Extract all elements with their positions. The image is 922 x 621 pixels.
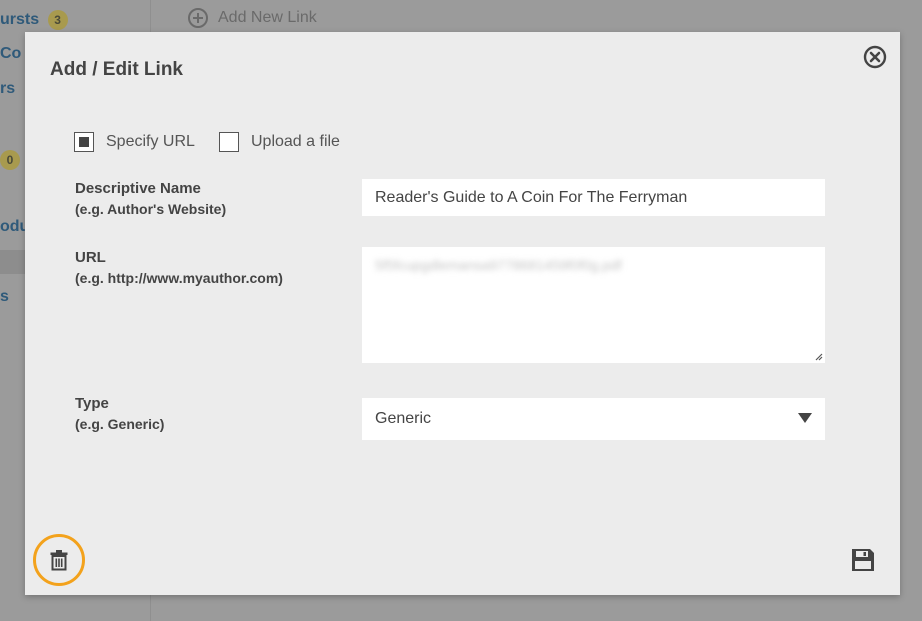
descriptive-name-hint: (e.g. Author's Website) <box>75 201 227 217</box>
bg-sidebar-item: 0 <box>0 150 20 170</box>
bg-add-new-link-label: Add New Link <box>218 9 317 26</box>
delete-button[interactable] <box>33 534 85 586</box>
bg-sidebar-item: Co <box>0 45 21 63</box>
url-hint: (e.g. http://www.myauthor.com) <box>75 270 283 286</box>
trash-icon <box>50 550 68 571</box>
modal-title: Add / Edit Link <box>50 59 183 80</box>
specify-url-label: Specify URL <box>106 133 195 150</box>
bg-selected-row <box>0 250 26 274</box>
descriptive-name-label: Descriptive Name <box>75 180 201 197</box>
descriptive-name-input[interactable]: Reader's Guide to A Coin For The Ferryma… <box>362 179 825 216</box>
bg-count-badge: 0 <box>0 150 20 170</box>
url-label: URL <box>75 249 106 266</box>
url-textarea[interactable]: 5f5fcupgdlemansa9778681459f0f0g.pdf <box>362 247 825 363</box>
bg-add-new-link: Add New Link <box>188 8 317 28</box>
close-circle-icon <box>863 45 887 69</box>
bg-sidebar-item-label: s <box>0 288 9 305</box>
bg-sidebar-item-label: rs <box>0 80 16 97</box>
plus-circle-icon <box>188 8 208 28</box>
type-select-value: Generic <box>375 410 432 427</box>
bg-sidebar-item: s <box>0 288 9 306</box>
save-button[interactable] <box>851 548 875 572</box>
type-label: Type <box>75 395 109 412</box>
type-label-group: Type (e.g. Generic) <box>75 395 164 432</box>
upload-file-label: Upload a file <box>251 133 340 150</box>
type-hint: (e.g. Generic) <box>75 416 165 432</box>
resize-grip-icon[interactable] <box>813 351 823 361</box>
bg-sidebar-item: ursts 3 <box>0 10 68 30</box>
url-value: 5f5fcupgdlemansa9778681459f0f0g.pdf <box>375 257 622 273</box>
bg-sidebar-item-label: ursts <box>0 11 40 29</box>
edit-link-modal: Add / Edit Link Specify URL Upload a fil… <box>25 32 900 595</box>
floppy-disk-icon <box>852 549 874 571</box>
upload-file-option[interactable]: Upload a file <box>219 132 340 152</box>
upload-file-checkbox[interactable] <box>219 132 239 152</box>
url-label-group: URL (e.g. http://www.myauthor.com) <box>75 249 283 286</box>
specify-url-option[interactable]: Specify URL <box>74 132 195 152</box>
bg-count-badge: 3 <box>47 10 68 30</box>
descriptive-name-label-group: Descriptive Name (e.g. Author's Website) <box>75 180 226 217</box>
close-button[interactable] <box>863 45 887 69</box>
triangle-down-icon <box>798 413 812 423</box>
bg-sidebar-item: rs <box>0 80 15 98</box>
bg-sidebar-item-label: Co <box>0 45 22 62</box>
specify-url-checkbox[interactable] <box>74 132 94 152</box>
type-select[interactable]: Generic <box>362 398 825 440</box>
